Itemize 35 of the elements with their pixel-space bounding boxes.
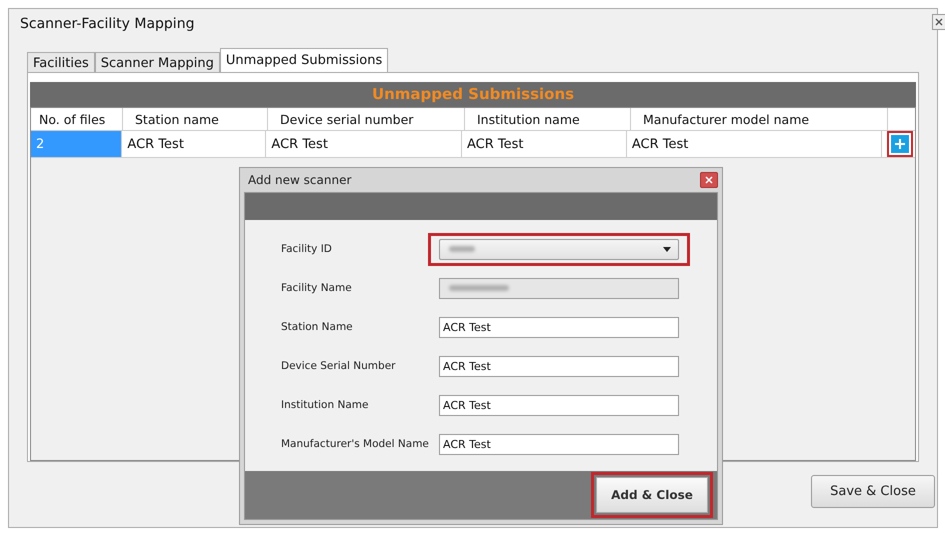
close-button[interactable] bbox=[700, 172, 718, 188]
input-field[interactable]: ACR Test bbox=[439, 316, 679, 338]
field-label: Manufacturer's Model Name bbox=[281, 438, 430, 450]
table-cell[interactable]: ACR Test bbox=[122, 131, 266, 157]
input-field[interactable]: ACR Test bbox=[439, 356, 679, 376]
field-label: Station Name bbox=[281, 321, 354, 333]
field-label: Institution Name bbox=[281, 399, 370, 411]
input-field[interactable]: ACR Test bbox=[439, 394, 679, 416]
window-title: Scanner-Facility Mapping bbox=[19, 15, 196, 33]
field-label: Facility Name bbox=[281, 282, 353, 294]
field-label: Facility ID bbox=[281, 243, 333, 255]
dropdown[interactable] bbox=[439, 238, 679, 260]
tab[interactable]: Facilities bbox=[27, 52, 95, 72]
close-icon bbox=[705, 176, 713, 184]
input-field[interactable]: ACR Test bbox=[439, 434, 679, 454]
table-cell[interactable]: ACR Test bbox=[462, 131, 627, 157]
dialog-title: Add new scanner bbox=[247, 173, 352, 187]
column-header[interactable]: Station name bbox=[123, 108, 268, 130]
add-close-button[interactable]: Add & Close bbox=[596, 477, 708, 513]
save-close-button[interactable]: Save & Close bbox=[811, 475, 935, 508]
column-header[interactable]: Manufacturer model name bbox=[631, 108, 888, 130]
table-cell[interactable]: ACR Test bbox=[626, 131, 882, 157]
caret-icon bbox=[663, 246, 671, 252]
input-field[interactable] bbox=[439, 278, 679, 298]
field-label: Device Serial Number bbox=[281, 360, 396, 372]
panel-header: Unmapped Submissions bbox=[30, 82, 916, 107]
column-header[interactable]: Device serial number bbox=[268, 108, 465, 130]
close-icon[interactable] bbox=[932, 14, 945, 30]
column-header[interactable]: Institution name bbox=[465, 108, 631, 130]
tab[interactable]: Scanner Mapping bbox=[94, 52, 220, 72]
tab[interactable]: Unmapped Submissions bbox=[220, 48, 388, 72]
column-header[interactable]: No. of files bbox=[31, 108, 123, 130]
table-cell[interactable]: ACR Test bbox=[266, 131, 462, 157]
plus-icon bbox=[894, 138, 906, 150]
add-button[interactable] bbox=[891, 135, 909, 153]
